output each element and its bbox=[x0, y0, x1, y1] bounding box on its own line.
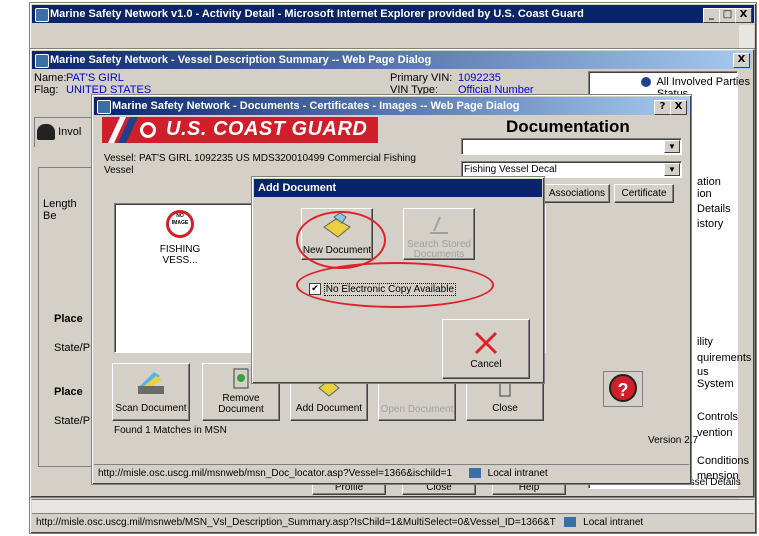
length-label: Length Be bbox=[43, 198, 77, 222]
document-type-dropdown[interactable]: ▼ bbox=[461, 138, 682, 155]
tree-item[interactable]: ation bbox=[697, 176, 721, 188]
tree-item[interactable]: Details bbox=[697, 203, 731, 215]
associations-button[interactable]: Associations bbox=[544, 184, 610, 203]
vessel-dialog-title: Marine Safety Network - Vessel Descripti… bbox=[50, 54, 432, 66]
scanner-icon bbox=[138, 372, 164, 394]
document-item-label-2: VESS... bbox=[162, 255, 198, 266]
no-image-icon: NO IMAGE bbox=[166, 210, 194, 238]
primary-vin-label: Primary VIN: bbox=[390, 72, 453, 84]
vessel-dialog-close-button[interactable]: X bbox=[733, 53, 750, 68]
people-icon bbox=[37, 124, 55, 140]
search-stored-icon bbox=[430, 216, 448, 234]
no-electronic-copy-checkbox[interactable]: ✔ bbox=[309, 283, 321, 295]
search-stored-documents-button[interactable]: Search Stored Documents bbox=[403, 208, 475, 260]
tree-item[interactable]: Controls bbox=[697, 411, 738, 423]
chevron-down-icon[interactable]: ▼ bbox=[664, 163, 680, 176]
ie-hscrollbar[interactable] bbox=[32, 499, 754, 513]
maximize-button[interactable]: □ bbox=[719, 8, 736, 23]
ie-title: Marine Safety Network v1.0 - Activity De… bbox=[50, 8, 584, 20]
intranet-icon bbox=[564, 517, 577, 528]
ie-title-bar[interactable]: Marine Safety Network v1.0 - Activity De… bbox=[32, 5, 754, 23]
tree-item[interactable]: istory bbox=[697, 218, 723, 230]
chevron-down-icon[interactable]: ▼ bbox=[664, 140, 680, 153]
certificate-button[interactable]: Certificate bbox=[614, 184, 674, 203]
state-label: State/P bbox=[54, 342, 91, 354]
new-document-icon bbox=[323, 212, 351, 238]
tree-item[interactable]: ion bbox=[697, 188, 712, 200]
ie-icon bbox=[35, 8, 49, 22]
documents-status-bar: http://misle.osc.uscg.mil/msnweb/msn_Doc… bbox=[94, 464, 689, 482]
vessel-dialog-title-bar[interactable]: Marine Safety Network - Vessel Descripti… bbox=[32, 51, 752, 69]
cancel-x-icon bbox=[474, 331, 498, 355]
tree-item[interactable]: Conditions bbox=[697, 455, 749, 467]
ie-status-bar: http://misle.osc.uscg.mil/msnweb/MSN_Vsl… bbox=[32, 513, 754, 531]
name-value: PAT'S GIRL bbox=[66, 72, 124, 84]
help-title-button[interactable]: ? bbox=[654, 100, 671, 115]
documentation-title: Documentation bbox=[506, 117, 630, 136]
scan-document-button[interactable]: Scan Document bbox=[112, 363, 190, 421]
no-electronic-copy-label: No Electronic Copy Available bbox=[323, 282, 456, 296]
ie-icon bbox=[97, 100, 111, 114]
tree-item[interactable]: us System bbox=[697, 366, 737, 390]
ie-status-zone: Local intranet bbox=[583, 517, 644, 528]
new-document-button[interactable]: New Document bbox=[301, 208, 373, 260]
help-icon-button[interactable]: ? bbox=[603, 371, 643, 407]
add-document-title: Add Document bbox=[258, 182, 337, 194]
ie-status-url: http://misle.osc.uscg.mil/msnweb/MSN_Vsl… bbox=[36, 517, 556, 528]
name-label: Name: bbox=[34, 72, 67, 84]
tree-item[interactable]: ility bbox=[697, 336, 713, 348]
people-icon bbox=[641, 77, 651, 88]
documents-dialog-title: Marine Safety Network - Documents - Cert… bbox=[112, 100, 520, 112]
tab-involved-parties[interactable]: Invol bbox=[34, 117, 94, 147]
vessel-info-line: Vessel: PAT'S GIRL 1092235 US MDS3200104… bbox=[104, 153, 416, 164]
add-document-title-bar[interactable]: Add Document bbox=[254, 179, 542, 197]
version-text: Version 2.7 bbox=[648, 435, 699, 446]
vessel-info-line-2: Vessel bbox=[104, 165, 134, 176]
vessel-left-panel: Length Be Place State/P Place State/P D bbox=[38, 167, 99, 470]
no-electronic-copy-checkbox-row[interactable]: ✔ No Electronic Copy Available bbox=[309, 282, 456, 296]
state-label: State/P bbox=[54, 415, 91, 427]
found-matches-text: Found 1 Matches in MSN bbox=[114, 425, 227, 436]
place-label: Place bbox=[54, 313, 83, 325]
document-item-label: FISHING bbox=[159, 244, 201, 255]
tree-item-all-parties[interactable]: All Involved Parties bbox=[641, 76, 750, 88]
add-document-dialog: Add Document New Document Search Stored … bbox=[251, 176, 545, 384]
minimize-button[interactable]: _ bbox=[703, 8, 720, 23]
place-label: Place bbox=[54, 386, 83, 398]
question-icon: ? bbox=[609, 374, 637, 402]
documents-status-url: http://misle.osc.uscg.mil/msnweb/msn_Doc… bbox=[98, 468, 453, 479]
flag-label: Flag: bbox=[34, 84, 59, 96]
cancel-button[interactable]: Cancel bbox=[442, 319, 530, 379]
recycle-bin-icon bbox=[233, 368, 249, 389]
document-item[interactable]: NO IMAGE FISHING VESS... bbox=[145, 210, 215, 266]
documents-status-zone: Local intranet bbox=[487, 468, 548, 479]
tree-item[interactable]: vention bbox=[697, 427, 732, 439]
uscg-banner: U.S. COAST GUARD bbox=[102, 117, 378, 143]
uscg-stripes-icon bbox=[108, 117, 156, 143]
close-button[interactable]: X bbox=[735, 8, 752, 23]
ie-icon bbox=[35, 54, 49, 68]
intranet-icon bbox=[468, 468, 481, 479]
primary-vin-value: 1092235 bbox=[458, 72, 501, 84]
tree-item[interactable]: quirements bbox=[697, 352, 751, 364]
documents-dialog-close-button[interactable]: X bbox=[670, 100, 687, 115]
uscg-banner-text: U.S. COAST GUARD bbox=[166, 118, 368, 140]
documents-dialog-title-bar[interactable]: Marine Safety Network - Documents - Cert… bbox=[94, 97, 689, 115]
